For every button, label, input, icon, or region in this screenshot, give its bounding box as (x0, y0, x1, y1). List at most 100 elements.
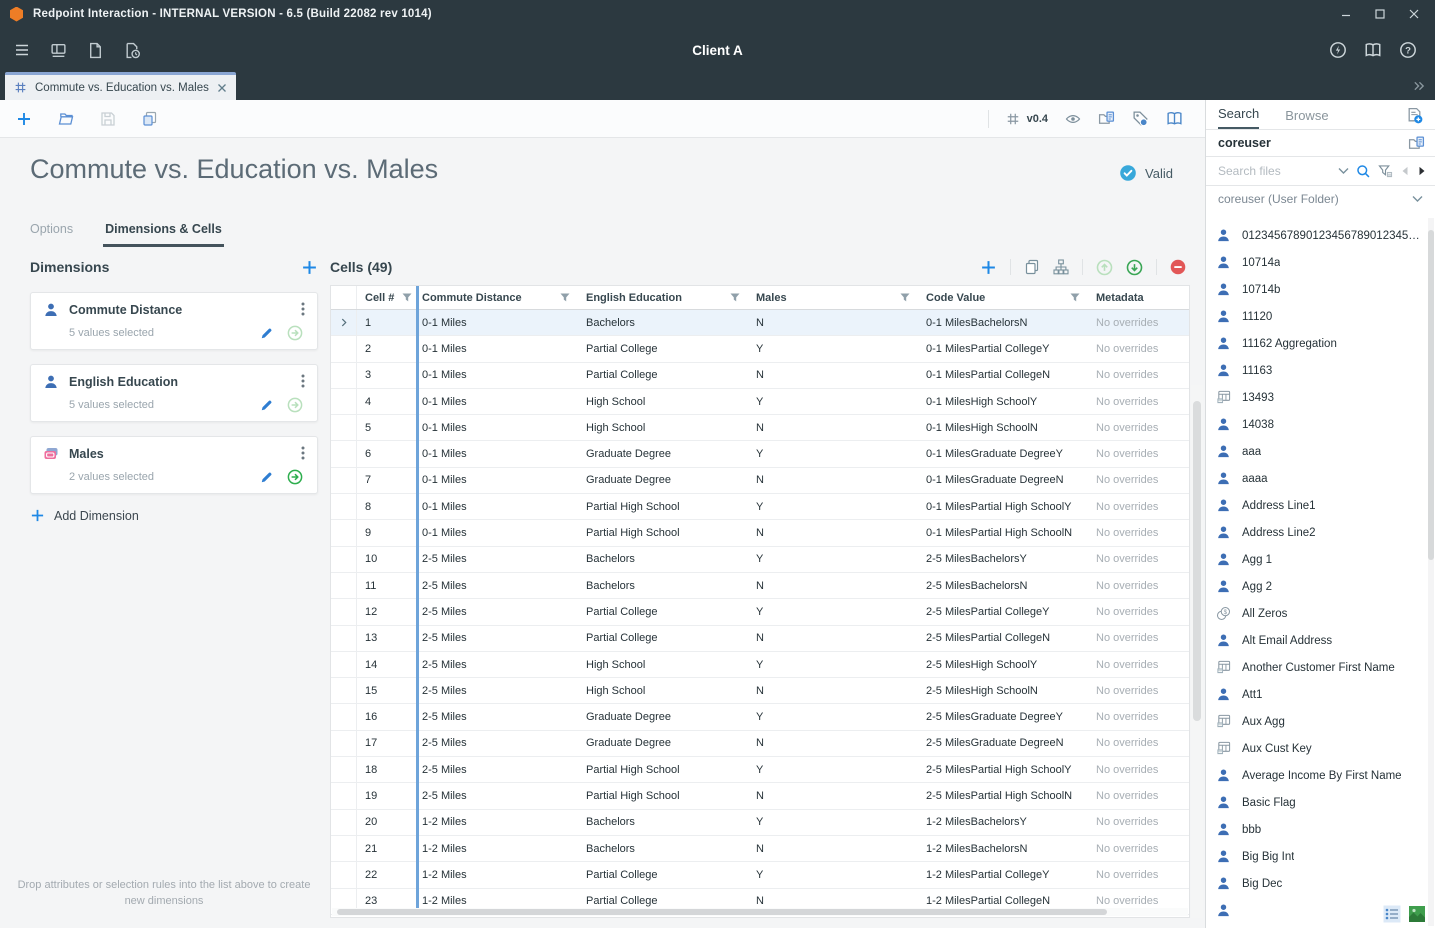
table-row[interactable]: 182-5 MilesPartial High SchoolY2-5 Miles… (331, 757, 1189, 783)
list-item[interactable]: 11162 Aggregation (1206, 330, 1429, 357)
move-up-icon[interactable] (1096, 259, 1113, 276)
dimension-card[interactable]: Commute Distance5 values selected (30, 292, 318, 350)
list-item[interactable]: 11120 (1206, 303, 1429, 330)
documentation-icon[interactable] (1364, 41, 1382, 59)
column-header[interactable]: Code Value (920, 286, 1090, 309)
list-item[interactable]: Big Big Int (1206, 843, 1429, 870)
row-expander[interactable] (331, 310, 357, 335)
list-item[interactable]: 11163 (1206, 357, 1429, 384)
help-icon[interactable]: ? (1399, 41, 1417, 59)
filter-icon[interactable] (1378, 164, 1393, 179)
list-item[interactable]: Alt Email Address (1206, 627, 1429, 654)
filter-funnel-icon[interactable] (900, 293, 910, 302)
list-item[interactable]: bbb (1206, 816, 1429, 843)
add-dimension-button[interactable]: Add Dimension (30, 508, 318, 523)
list-item[interactable]: Address Line1 (1206, 492, 1429, 519)
row-expander[interactable] (331, 757, 357, 782)
table-row[interactable]: 221-2 MilesPartial CollegeY1-2 MilesPart… (331, 862, 1189, 888)
promote-arrow-icon[interactable] (287, 325, 303, 341)
list-item[interactable]: Another Customer First Name (1206, 654, 1429, 681)
table-row[interactable]: 152-5 MilesHigh SchoolN2-5 MilesHigh Sch… (331, 678, 1189, 704)
table-row[interactable]: 20-1 MilesPartial CollegeY0-1 MilesParti… (331, 336, 1189, 362)
list-item[interactable]: Att1 (1206, 681, 1429, 708)
list-item[interactable]: 0123456789012345678901234567890123456789 (1206, 222, 1429, 249)
kebab-menu-icon[interactable] (301, 374, 305, 388)
table-row[interactable]: 10-1 MilesBachelorsN0-1 MilesBachelorsNN… (331, 310, 1189, 336)
previous-arrow-icon[interactable] (1400, 166, 1410, 176)
list-item[interactable]: 14038 (1206, 411, 1429, 438)
promote-arrow-icon[interactable] (287, 397, 303, 413)
copy-cells-icon[interactable] (1024, 259, 1040, 275)
row-expander[interactable] (331, 704, 357, 729)
document-icon[interactable] (87, 42, 104, 59)
open-button[interactable] (58, 111, 74, 127)
row-expander[interactable] (331, 599, 357, 624)
column-header[interactable]: English Education (580, 286, 750, 309)
save-as-button[interactable] (142, 111, 158, 127)
table-row[interactable]: 60-1 MilesGraduate DegreeY0-1 MilesGradu… (331, 441, 1189, 467)
table-row[interactable]: 211-2 MilesBachelorsN1-2 MilesBachelorsN… (331, 836, 1189, 862)
list-item[interactable]: Agg 1 (1206, 546, 1429, 573)
add-cell-button[interactable] (980, 259, 997, 276)
list-item[interactable]: aaaa (1206, 465, 1429, 492)
sidebar-tab-browse[interactable]: Browse (1285, 108, 1328, 129)
minimize-button[interactable] (1341, 9, 1351, 19)
hierarchy-icon[interactable] (1053, 259, 1069, 275)
list-item[interactable]: 10714b (1206, 276, 1429, 303)
dimension-card[interactable]: Males2 values selected (30, 436, 318, 494)
row-expander[interactable] (331, 573, 357, 598)
next-arrow-icon[interactable] (1417, 166, 1427, 176)
list-item[interactable]: Agg 2 (1206, 573, 1429, 600)
list-item[interactable]: Address Line2 (1206, 519, 1429, 546)
remove-cell-icon[interactable] (1170, 259, 1186, 275)
maximize-button[interactable] (1375, 9, 1385, 19)
more-tabs-icon[interactable] (1413, 80, 1425, 92)
row-expander[interactable] (331, 441, 357, 466)
sidebar-tab-search[interactable]: Search (1218, 106, 1259, 129)
row-expander[interactable] (331, 678, 357, 703)
row-expander[interactable] (331, 862, 357, 887)
edit-pencil-icon[interactable] (260, 398, 274, 412)
row-expander[interactable] (331, 336, 357, 361)
row-expander[interactable] (331, 652, 357, 677)
list-item[interactable]: 13493 (1206, 384, 1429, 411)
search-icon[interactable] (1356, 164, 1371, 179)
table-row[interactable]: 162-5 MilesGraduate DegreeY2-5 MilesGrad… (331, 704, 1189, 730)
row-expander[interactable] (331, 810, 357, 835)
table-row[interactable]: 132-5 MilesPartial CollegeN2-5 MilesPart… (331, 626, 1189, 652)
column-header[interactable]: Males (750, 286, 920, 309)
table-row[interactable]: 102-5 MilesBachelorsY2-5 MilesBachelorsY… (331, 547, 1189, 573)
column-header[interactable]: Metadata (1090, 286, 1190, 309)
row-expander[interactable] (331, 783, 357, 808)
tab-dimensions-cells[interactable]: Dimensions & Cells (103, 222, 224, 247)
boards-icon[interactable] (50, 42, 67, 59)
list-item[interactable]: $All Zeros (1206, 600, 1429, 627)
user-folder-icon[interactable] (1408, 135, 1425, 152)
table-row[interactable]: 201-2 MilesBachelorsY1-2 MilesBachelorsY… (331, 810, 1189, 836)
document-tab[interactable]: Commute vs. Education vs. Males (5, 72, 236, 100)
list-item[interactable]: Aux Cust Key (1206, 735, 1429, 762)
table-row[interactable]: 90-1 MilesPartial High SchoolN0-1 MilesP… (331, 520, 1189, 546)
reference-book-icon[interactable] (1166, 110, 1183, 127)
dimension-card[interactable]: English Education5 values selected (30, 364, 318, 422)
search-files-input[interactable] (1218, 164, 1331, 178)
tag-icon[interactable] (1132, 110, 1149, 127)
folder-document-icon[interactable] (1098, 110, 1115, 127)
row-expander[interactable] (331, 520, 357, 545)
collapse-folder-icon[interactable] (1412, 195, 1423, 203)
thumbnail-view-icon[interactable] (1408, 905, 1426, 923)
vertical-scrollbar[interactable] (1191, 385, 1203, 918)
column-header[interactable]: Cell # (357, 286, 413, 309)
filter-funnel-icon[interactable] (560, 293, 570, 302)
row-expander[interactable] (331, 836, 357, 861)
row-expander[interactable] (331, 731, 357, 756)
close-window-button[interactable] (1409, 9, 1419, 19)
table-row[interactable]: 40-1 MilesHigh SchoolY0-1 MilesHigh Scho… (331, 389, 1189, 415)
connection-icon[interactable] (1329, 41, 1347, 59)
row-expander[interactable] (331, 415, 357, 440)
kebab-menu-icon[interactable] (301, 302, 305, 316)
promote-arrow-icon[interactable] (287, 469, 303, 485)
table-row[interactable]: 142-5 MilesHigh SchoolY2-5 MilesHigh Sch… (331, 652, 1189, 678)
list-item[interactable]: Big Dec (1206, 870, 1429, 897)
filter-funnel-icon[interactable] (402, 293, 412, 302)
